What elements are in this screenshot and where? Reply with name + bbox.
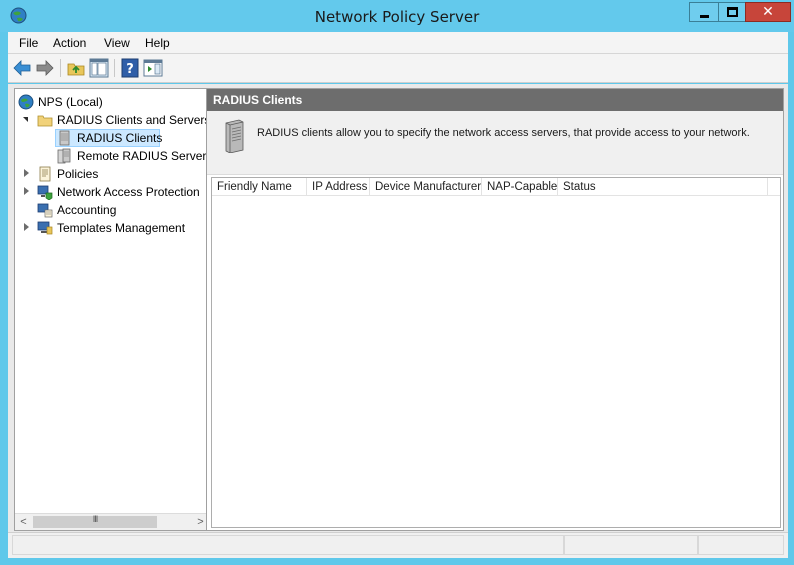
up-folder-icon[interactable] (66, 58, 86, 78)
details-pane: RADIUS Clients RADIUS clients allow you … (206, 88, 784, 531)
expand-arrow-icon[interactable] (24, 223, 29, 231)
tree-item-label: Remote RADIUS Server (77, 149, 207, 163)
show-hide-console-tree-icon[interactable] (89, 58, 109, 78)
templates-icon (37, 221, 53, 235)
forward-arrow-icon[interactable] (35, 58, 55, 78)
scroll-thumb[interactable]: III (33, 514, 157, 528)
network-access-protection-icon (37, 185, 53, 200)
client-area: NPS (Local) RADIUS Clients and Servers R… (8, 84, 788, 532)
maximize-icon (727, 7, 738, 17)
column-header-friendly-name[interactable]: Friendly Name (212, 178, 307, 196)
expand-arrow-icon[interactable] (24, 187, 29, 195)
panel-header: RADIUS Clients (207, 89, 783, 111)
tree-item-label: RADIUS Clients (77, 131, 163, 145)
status-cell (564, 535, 698, 555)
title-bar: Network Policy Server ✕ (0, 0, 794, 32)
collapse-arrow-icon[interactable] (23, 117, 28, 122)
column-header-device-manufacturer[interactable]: Device Manufacturer (370, 178, 482, 196)
menu-view[interactable]: View (104, 36, 130, 50)
status-cell (698, 535, 784, 555)
server-icon (225, 119, 244, 153)
column-header-nap-capable[interactable]: NAP-Capable (482, 178, 558, 196)
nps-globe-icon (18, 94, 34, 110)
description-box: RADIUS clients allow you to specify the … (207, 111, 783, 175)
server-icon (59, 130, 70, 146)
radius-clients-list[interactable]: Friendly Name IP Address Device Manufact… (211, 177, 781, 528)
tree-item-label: Network Access Protection (57, 185, 200, 199)
accounting-icon (37, 203, 53, 218)
minimize-button[interactable] (689, 2, 719, 22)
menu-bar: File Action View Help (8, 32, 788, 54)
help-icon[interactable]: ? (120, 58, 140, 78)
policies-icon (39, 166, 51, 182)
maximize-button[interactable] (718, 2, 746, 22)
tree-horizontal-scrollbar[interactable]: < III > (15, 513, 209, 530)
status-cell (12, 535, 564, 555)
panel-title: RADIUS Clients (213, 93, 303, 107)
scroll-left-button[interactable]: < (15, 514, 32, 530)
scroll-grip: III (92, 514, 99, 524)
tree-item-label: RADIUS Clients and Servers (57, 113, 210, 127)
menu-help[interactable]: Help (145, 36, 170, 50)
minimize-icon (700, 15, 709, 18)
close-icon: ✕ (762, 3, 774, 19)
show-hide-action-pane-icon[interactable] (143, 58, 163, 78)
toolbar-separator (60, 59, 61, 77)
expand-arrow-icon[interactable] (24, 169, 29, 177)
menu-file[interactable]: File (19, 36, 38, 50)
folder-icon (37, 115, 53, 127)
panel-description: RADIUS clients allow you to specify the … (257, 127, 750, 139)
tree-item-label: Policies (57, 167, 99, 181)
tree-item-label: Accounting (57, 203, 117, 217)
back-arrow-icon[interactable] (12, 58, 32, 78)
status-bar (8, 532, 788, 558)
close-button[interactable]: ✕ (745, 2, 791, 22)
window-title: Network Policy Server (314, 8, 480, 26)
column-header-ip-address[interactable]: IP Address (307, 178, 370, 196)
svg-text:?: ? (126, 62, 134, 77)
list-header: Friendly Name IP Address Device Manufact… (212, 178, 780, 196)
toolbar-separator (114, 59, 115, 77)
server-group-icon (57, 148, 71, 164)
tree-item-label: Templates Management (57, 221, 186, 235)
menu-action[interactable]: Action (53, 36, 86, 50)
console-tree: NPS (Local) RADIUS Clients and Servers R… (14, 88, 210, 531)
tree-item-label: NPS (Local) (38, 95, 103, 109)
toolbar: ? (8, 54, 788, 83)
column-header-status[interactable]: Status (558, 178, 768, 196)
